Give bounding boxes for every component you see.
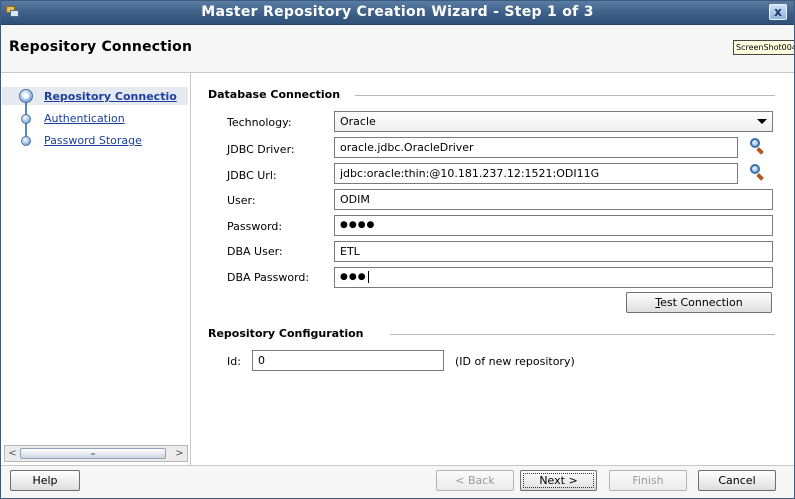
id-label: Id: (227, 355, 241, 368)
dba-password-field[interactable]: ●●● (334, 267, 773, 288)
technology-select[interactable]: Oracle (334, 111, 773, 132)
nav-item-authentication[interactable]: Authentication (44, 112, 125, 125)
page-title: Repository Connection (9, 39, 193, 55)
dba-password-label: DBA Password: (227, 271, 310, 284)
dba-password-value: ●●● (340, 272, 367, 282)
step-node-icon (21, 136, 31, 146)
id-field[interactable]: 0 (252, 350, 444, 371)
jdbc-url-label: JDBC Url: (227, 169, 277, 182)
scroll-left-icon[interactable]: < (5, 446, 20, 461)
repository-configuration-heading: Repository Configuration (208, 327, 364, 340)
test-connection-label: est Connection (660, 296, 743, 309)
scroll-thumb[interactable] (20, 448, 166, 459)
database-connection-heading: Database Connection (208, 88, 341, 101)
wizard-header: Repository Connection ScreenShot004 (0, 25, 795, 73)
id-hint: (ID of new repository) (455, 355, 575, 368)
next-button[interactable]: Next > (520, 470, 597, 491)
jdbc-url-field[interactable]: jdbc:oracle:thin:@10.181.237.12:1521:ODI… (334, 163, 738, 184)
dba-user-field[interactable]: ETL (334, 241, 773, 262)
user-field[interactable]: ODIM (334, 189, 773, 210)
window-titlebar[interactable]: Master Repository Creation Wizard - Step… (0, 0, 795, 25)
panel-divider (190, 73, 191, 466)
jdbc-driver-field[interactable]: oracle.jdbc.OracleDriver (334, 137, 738, 158)
technology-label: Technology: (227, 116, 292, 129)
nav-item-password-storage[interactable]: Password Storage (44, 134, 142, 147)
test-connection-button[interactable]: Test Connection (626, 292, 772, 313)
text-caret (367, 270, 369, 283)
scroll-right-icon[interactable]: > (172, 446, 187, 461)
back-button[interactable]: < Back (436, 470, 514, 491)
nav-horizontal-scrollbar[interactable]: < > (4, 445, 188, 462)
chevron-down-icon (757, 119, 767, 124)
dba-user-label: DBA User: (227, 245, 283, 258)
finish-button[interactable]: Finish (609, 470, 687, 491)
password-field[interactable]: ●●●● (334, 215, 773, 236)
close-icon[interactable]: x (769, 4, 787, 20)
search-icon[interactable] (749, 163, 767, 181)
password-label: Password: (227, 220, 283, 233)
cancel-button[interactable]: Cancel (698, 470, 776, 491)
nav-item-repository-connection[interactable]: Repository Connectio (44, 90, 189, 103)
wizard-steps-nav: Repository Connectio Authentication Pass… (0, 84, 190, 464)
step-current-icon (19, 89, 33, 103)
user-label: User: (227, 194, 256, 207)
help-button[interactable]: Help (10, 470, 80, 491)
section-divider (390, 334, 775, 335)
screenshot-tooltip: ScreenShot004 (733, 40, 795, 55)
jdbc-driver-label: JDBC Driver: (227, 143, 295, 156)
search-icon[interactable] (749, 137, 767, 155)
technology-value: Oracle (340, 115, 376, 128)
window-title: Master Repository Creation Wizard - Step… (201, 4, 594, 20)
section-divider (355, 95, 775, 96)
step-node-icon (21, 114, 31, 124)
